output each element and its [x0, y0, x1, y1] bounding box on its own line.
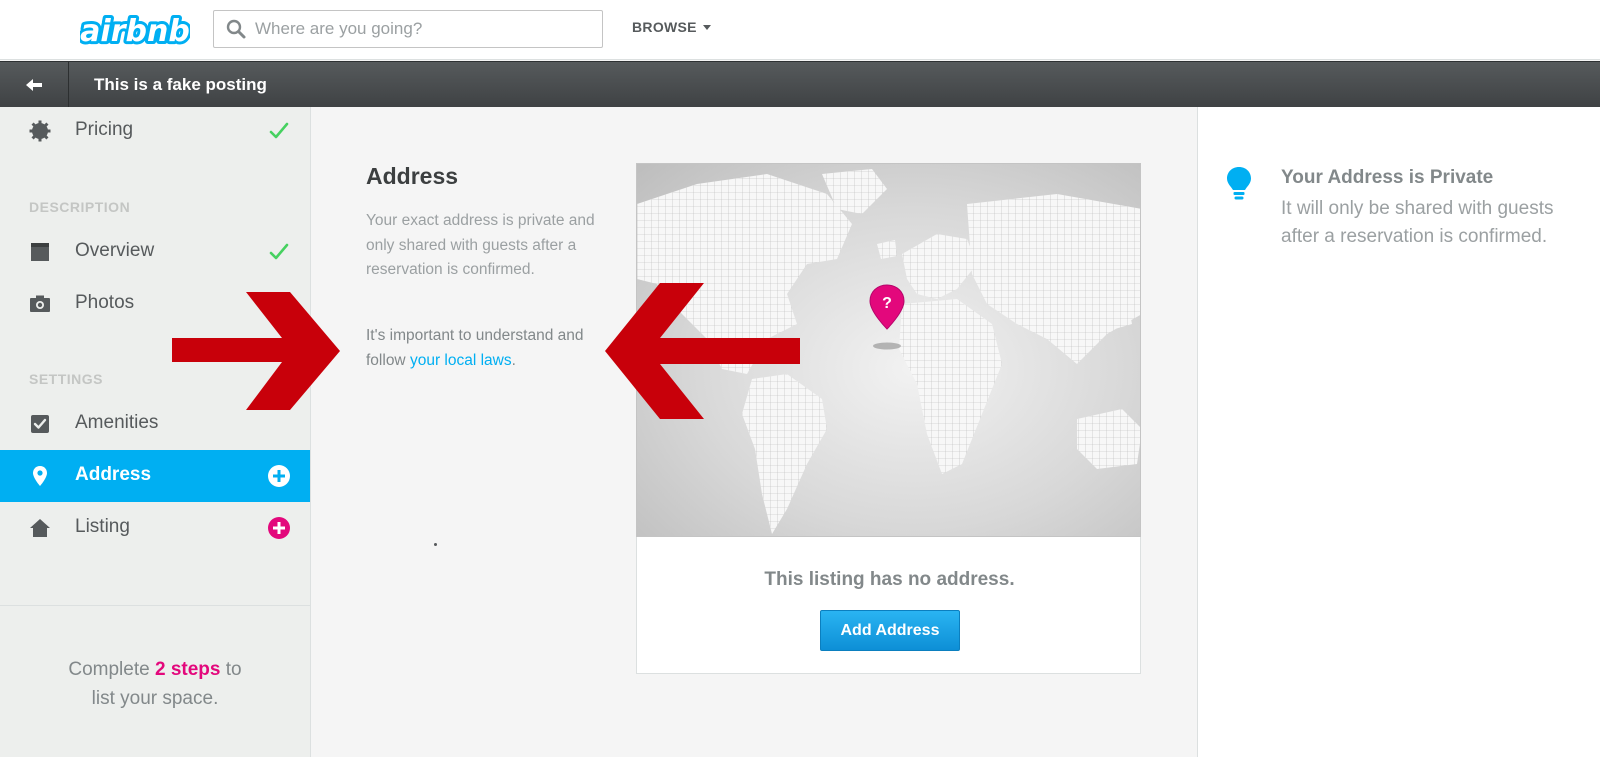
checkbox-icon: [31, 415, 49, 433]
airbnb-logo[interactable]: airbnb airbnb: [80, 8, 190, 52]
progress-message: Complete 2 steps to list your space.: [0, 655, 310, 713]
sidebar-item-label: Address: [75, 464, 152, 485]
map-pin-icon: [33, 466, 47, 486]
search-input[interactable]: [255, 19, 575, 39]
local-laws-note: It's important to understand and follow …: [366, 324, 616, 373]
browse-menu[interactable]: BROWSE: [632, 19, 711, 35]
top-header: airbnb airbnb BROWSE: [0, 0, 1600, 60]
question-pin-icon: ?: [869, 284, 905, 330]
sidebar-item-overview[interactable]: Overview: [0, 226, 310, 278]
sidebar-item-label: Pricing: [75, 119, 134, 140]
plus-circle-icon[interactable]: [267, 464, 291, 488]
house-icon: [30, 519, 50, 537]
tip-panel: Your Address is Private It will only be …: [1197, 107, 1600, 757]
world-map: ?: [636, 163, 1141, 537]
add-address-button[interactable]: Add Address: [820, 610, 960, 651]
tip-body: It will only be shared with guests after…: [1281, 198, 1554, 247]
sidebar-item-label: Amenities: [75, 412, 159, 433]
sidebar-item-address[interactable]: Address: [0, 450, 310, 502]
svg-text:airbnb: airbnb: [80, 14, 190, 49]
search-box[interactable]: [213, 10, 603, 48]
sidebar-item-photos[interactable]: Photos: [0, 278, 310, 330]
search-icon: [226, 19, 246, 39]
sidebar-item-amenities[interactable]: Amenities: [0, 398, 310, 450]
browse-label: BROWSE: [632, 19, 697, 35]
address-card: This listing has no address. Add Address: [636, 537, 1141, 674]
arrow-left-icon: [26, 78, 42, 91]
section-label-settings: SETTINGS: [29, 371, 104, 387]
svg-text:?: ?: [882, 295, 892, 312]
sidebar: Pricing DESCRIPTION Overview Photos SETT…: [0, 107, 311, 757]
plus-circle-icon[interactable]: [267, 516, 291, 540]
sidebar-item-label: Listing: [75, 516, 130, 537]
steps-remaining: 2 steps: [154, 659, 221, 680]
sidebar-item-label: Overview: [75, 240, 155, 261]
gear-icon: [29, 120, 51, 142]
sidebar-item-listing[interactable]: Listing: [0, 502, 310, 554]
address-description: Your exact address is private and only s…: [366, 212, 595, 278]
camera-icon: [30, 295, 50, 312]
listing-title: This is a fake posting: [94, 75, 267, 94]
no-address-message: This listing has no address.: [764, 569, 1015, 590]
listing-header-bar: This is a fake posting: [0, 61, 1600, 107]
checkmark-icon: [269, 243, 289, 260]
progress-suffix: to: [225, 659, 242, 680]
sidebar-item-pricing[interactable]: Pricing: [0, 105, 310, 157]
tip-title: Your Address is Private: [1281, 167, 1494, 188]
back-button[interactable]: [0, 62, 69, 107]
section-label-description: DESCRIPTION: [29, 199, 131, 215]
sidebar-item-label: Photos: [75, 292, 135, 313]
main-content: Address Your exact address is private an…: [311, 107, 1197, 757]
world-map-illustration: ?: [637, 169, 1140, 534]
note-suffix: .: [511, 351, 516, 369]
decorative-dot: [434, 543, 437, 546]
document-icon: [31, 243, 49, 261]
sidebar-divider: [0, 605, 310, 606]
progress-line2: list your space.: [91, 688, 219, 709]
caret-down-icon: [702, 24, 711, 30]
checkmark-icon: [269, 122, 289, 139]
progress-prefix: Complete: [68, 659, 150, 680]
local-laws-link[interactable]: your local laws: [410, 352, 512, 369]
page-title: Address: [366, 163, 459, 189]
lightbulb-icon: [1227, 167, 1251, 200]
